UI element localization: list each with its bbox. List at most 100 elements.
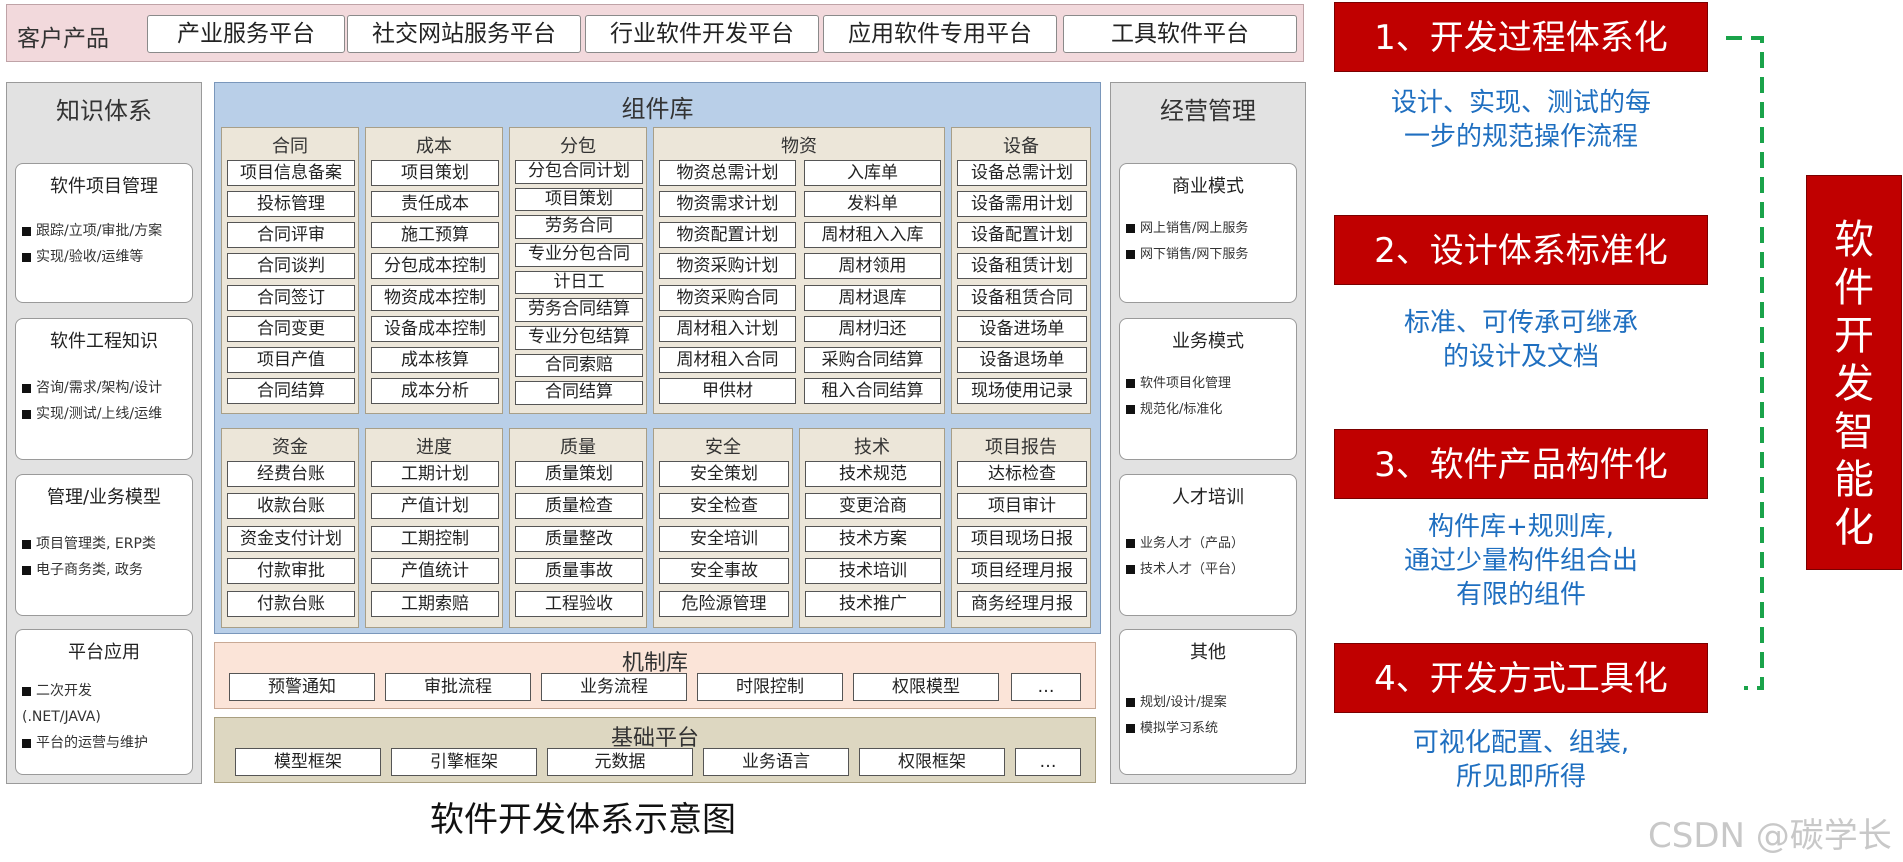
component-item: 变更洽商 — [805, 493, 941, 520]
component-item: 付款审批 — [227, 558, 355, 585]
component-item: 租入合同结算 — [804, 377, 941, 404]
component-item: 周材归还 — [804, 315, 941, 342]
card-line: 业务人才（产品） — [1126, 531, 1296, 557]
base-item: 权限框架 — [859, 748, 1005, 776]
card-line: 软件项目化管理 — [1126, 371, 1296, 397]
base-platform: 基础平台 模型框架 引擎框架 元数据 业务语言 权限框架 … — [214, 717, 1096, 783]
component-item: 周材租入合同 — [659, 346, 796, 373]
component-item: 物资配置计划 — [659, 222, 796, 249]
card-title: 软件工程知识 — [50, 331, 158, 352]
component-item: 技术规范 — [805, 461, 941, 487]
component-item: 劳务合同结算 — [515, 298, 643, 322]
product-item: 社交网站服务平台 — [347, 15, 581, 53]
mechanism-item: 审批流程 — [385, 673, 531, 701]
component-group-title: 物资 — [781, 136, 817, 157]
component-item: 付款台账 — [227, 590, 355, 617]
card-line: 网下销售/网下服务 — [1126, 242, 1296, 268]
component-group: 进度 工期计划 产值计划 工期控制 产值统计 工期索赔 — [365, 428, 503, 628]
component-item: 专业分包合同 — [515, 243, 643, 267]
component-item: 设备租赁合同 — [957, 284, 1087, 311]
card-title: 业务模式 — [1172, 331, 1244, 352]
component-item: 安全策划 — [659, 461, 789, 487]
card-line: 项目管理类, ERP类 — [22, 531, 192, 557]
component-item: 设备成本控制 — [371, 315, 499, 342]
component-item: 项目信息备案 — [227, 160, 355, 186]
component-group: 物资 物资总需计划 入库单 物资需求计划 发料单 物资配置计划 周材租入入库 物资采购计划 周材… — [653, 127, 945, 414]
goal-char: 发 — [1834, 361, 1874, 407]
management-card: 商业模式 网上销售/网上服务 网下销售/网下服务 — [1119, 163, 1297, 303]
card-line: 规范化/标准化 — [1126, 397, 1296, 423]
component-item: 专业分包结算 — [515, 326, 643, 350]
goal-char: 化 — [1834, 505, 1874, 551]
goal-char: 软 — [1834, 217, 1874, 263]
component-item: 合同签订 — [227, 284, 355, 311]
component-group: 成本 项目策划 责任成本 施工预算 分包成本控制 物资成本控制 设备成本控制 成本核算 成本分析 — [365, 127, 503, 414]
knowledge-panel: 知识体系 软件项目管理 跟踪/立项/审批/方案 实现/验收/运维等 软件工程知识… — [6, 82, 202, 784]
component-item: 劳务合同 — [515, 215, 643, 239]
component-item: 商务经理月报 — [957, 590, 1087, 617]
knowledge-card: 管理/业务模型 项目管理类, ERP类 电子商务类, 政务 — [15, 474, 193, 616]
base-more: … — [1015, 748, 1081, 776]
product-item: 工具软件平台 — [1063, 15, 1297, 53]
customer-products-bar: 客户产品 产业服务平台 社交网站服务平台 行业软件开发平台 应用软件专用平台 工… — [6, 4, 1304, 62]
card-line: 跟踪/立项/审批/方案 — [22, 218, 192, 244]
component-group-title: 成本 — [416, 136, 452, 157]
mechanism-item: 业务流程 — [541, 673, 687, 701]
goal-box: 软 件 开 发 智 能 化 — [1806, 175, 1902, 570]
component-item: 项目经理月报 — [957, 558, 1087, 585]
component-item: 合同谈判 — [227, 253, 355, 280]
component-item: 计日工 — [515, 270, 643, 295]
component-item: 合同结算 — [227, 377, 355, 404]
component-item: 技术培训 — [805, 558, 941, 585]
knowledge-title: 知识体系 — [56, 97, 152, 125]
component-library-title: 组件库 — [621, 95, 694, 123]
component-item: 质量事故 — [515, 558, 643, 585]
card-line: 平台的运营与维护 — [22, 730, 192, 756]
component-item: 产值计划 — [371, 493, 499, 520]
card-title: 管理/业务模型 — [46, 487, 162, 508]
component-item: 项目策划 — [515, 187, 643, 212]
component-item: 采购合同结算 — [804, 346, 941, 373]
management-card: 其他 规划/设计/提案 模拟学习系统 — [1119, 629, 1297, 775]
component-item: 质量检查 — [515, 493, 643, 520]
component-group-title: 资金 — [272, 437, 308, 458]
product-item: 应用软件专用平台 — [823, 15, 1057, 53]
component-group: 分包 分包合同计划 项目策划 劳务合同 专业分包合同 计日工 劳务合同结算 专业分包结算 合同索… — [509, 127, 647, 414]
mechanism-more: … — [1011, 673, 1081, 701]
customer-products-label: 客户产品 — [17, 26, 109, 52]
product-item: 行业软件开发平台 — [585, 15, 819, 53]
card-title: 人才培训 — [1172, 487, 1244, 508]
mechanism-library: 机制库 预警通知 审批流程 业务流程 时限控制 权限模型 … — [214, 642, 1096, 709]
component-item: 现场使用记录 — [957, 377, 1087, 404]
component-item: 周材租入计划 — [659, 315, 796, 342]
component-group-title: 分包 — [560, 136, 596, 157]
component-item: 设备需用计划 — [957, 191, 1087, 218]
mechanism-item: 预警通知 — [229, 673, 375, 701]
card-line: 技术人才（平台） — [1126, 557, 1296, 583]
component-item: 质量整改 — [515, 525, 643, 552]
card-line: 模拟学习系统 — [1126, 716, 1296, 742]
card-line: 实现/验收/运维等 — [22, 244, 192, 270]
component-item: 项目现场日报 — [957, 525, 1087, 552]
component-item: 项目产值 — [227, 346, 355, 373]
component-item: 技术推广 — [805, 590, 941, 617]
component-item: 物资成本控制 — [371, 284, 499, 311]
step-2-desc: 标准、可传承可继承 的设计及文档 — [1403, 308, 1638, 372]
base-item: 元数据 — [547, 748, 693, 776]
component-item: 设备退场单 — [957, 346, 1087, 373]
step-4-box: 4、开发方式工具化 — [1334, 643, 1708, 713]
component-item: 合同结算 — [515, 381, 643, 405]
management-card: 业务模式 软件项目化管理 规范化/标准化 — [1119, 318, 1297, 460]
component-item: 项目审计 — [957, 493, 1087, 520]
component-group-title: 项目报告 — [985, 437, 1057, 458]
management-panel: 经营管理 商业模式 网上销售/网上服务 网下销售/网下服务 业务模式 软件项目化… — [1110, 82, 1306, 784]
component-item: 投标管理 — [227, 191, 355, 218]
component-item: 责任成本 — [371, 191, 499, 218]
watermark: CSDN @碳学长 — [1648, 816, 1892, 856]
step-2-box: 2、设计体系标准化 — [1334, 215, 1708, 285]
component-item: 经费台账 — [227, 461, 355, 487]
dashed-bracket — [1726, 36, 1764, 690]
component-group-title: 进度 — [416, 437, 452, 458]
step-4-desc: 可视化配置、组装, 所见即所得 — [1412, 728, 1630, 792]
component-group-title: 技术 — [854, 437, 890, 458]
